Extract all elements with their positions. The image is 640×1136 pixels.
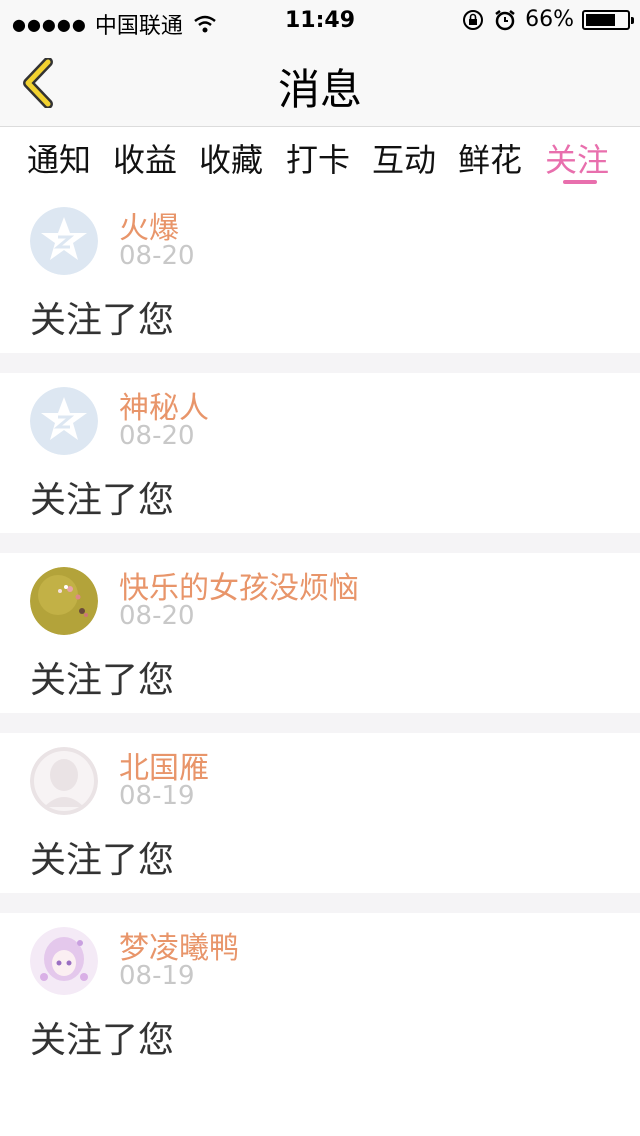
divider bbox=[0, 713, 640, 733]
silhouette-avatar-icon bbox=[30, 747, 98, 815]
avatar[interactable] bbox=[30, 387, 98, 455]
tab-following[interactable]: 关注 bbox=[545, 135, 609, 181]
message-date: 08-20 bbox=[119, 421, 195, 451]
message-date: 08-19 bbox=[119, 961, 195, 991]
divider bbox=[0, 893, 640, 913]
anime-girl-avatar-icon bbox=[30, 927, 98, 995]
message-text: 关注了您 bbox=[30, 660, 175, 701]
divider bbox=[0, 353, 640, 373]
qq-default-avatar-icon bbox=[30, 207, 98, 275]
battery-icon bbox=[582, 9, 634, 30]
active-tab-indicator bbox=[563, 180, 597, 184]
tab-notifications[interactable]: 通知 bbox=[27, 135, 91, 181]
avatar[interactable] bbox=[30, 747, 98, 815]
tab-favorites[interactable]: 收藏 bbox=[199, 135, 263, 181]
tab-checkin[interactable]: 打卡 bbox=[286, 135, 350, 181]
status-bar: ●●●●● 中国联通 11:49 66% bbox=[0, 0, 640, 40]
meadow-photo-avatar-icon bbox=[30, 567, 98, 635]
avatar[interactable] bbox=[30, 207, 98, 275]
message-text: 关注了您 bbox=[30, 840, 175, 881]
message-date: 08-20 bbox=[119, 601, 195, 631]
divider bbox=[0, 533, 640, 553]
nav-bar: 消息 bbox=[0, 40, 640, 127]
category-tabs: 通知 收益 收藏 打卡 互动 鲜花 关注 bbox=[0, 127, 640, 193]
list-item[interactable]: 火爆 08-20 关注了您 bbox=[0, 193, 640, 353]
list-item[interactable]: 梦凌曦鸭 08-19 关注了您 bbox=[0, 913, 640, 1073]
message-list: 火爆 08-20 关注了您 神秘人 08-20 关注了您 快乐的女孩没烦恼 08… bbox=[0, 193, 640, 1073]
tab-earnings[interactable]: 收益 bbox=[113, 135, 177, 181]
list-item[interactable]: 神秘人 08-20 关注了您 bbox=[0, 373, 640, 533]
list-item[interactable]: 快乐的女孩没烦恼 08-20 关注了您 bbox=[0, 553, 640, 713]
rotation-lock-icon bbox=[463, 9, 484, 30]
message-text: 关注了您 bbox=[30, 480, 175, 521]
list-item[interactable]: 北国雁 08-19 关注了您 bbox=[0, 733, 640, 893]
battery-percent: 66% bbox=[525, 7, 574, 32]
page-title: 消息 bbox=[277, 65, 362, 114]
message-date: 08-19 bbox=[119, 781, 195, 811]
message-text: 关注了您 bbox=[30, 300, 175, 341]
tab-interactions[interactable]: 互动 bbox=[372, 135, 436, 181]
message-date: 08-20 bbox=[119, 241, 195, 271]
qq-default-avatar-icon bbox=[30, 387, 98, 455]
tab-flowers[interactable]: 鲜花 bbox=[458, 135, 522, 181]
message-text: 关注了您 bbox=[30, 1020, 175, 1061]
avatar[interactable] bbox=[30, 927, 98, 995]
alarm-icon bbox=[495, 9, 515, 30]
avatar[interactable] bbox=[30, 567, 98, 635]
